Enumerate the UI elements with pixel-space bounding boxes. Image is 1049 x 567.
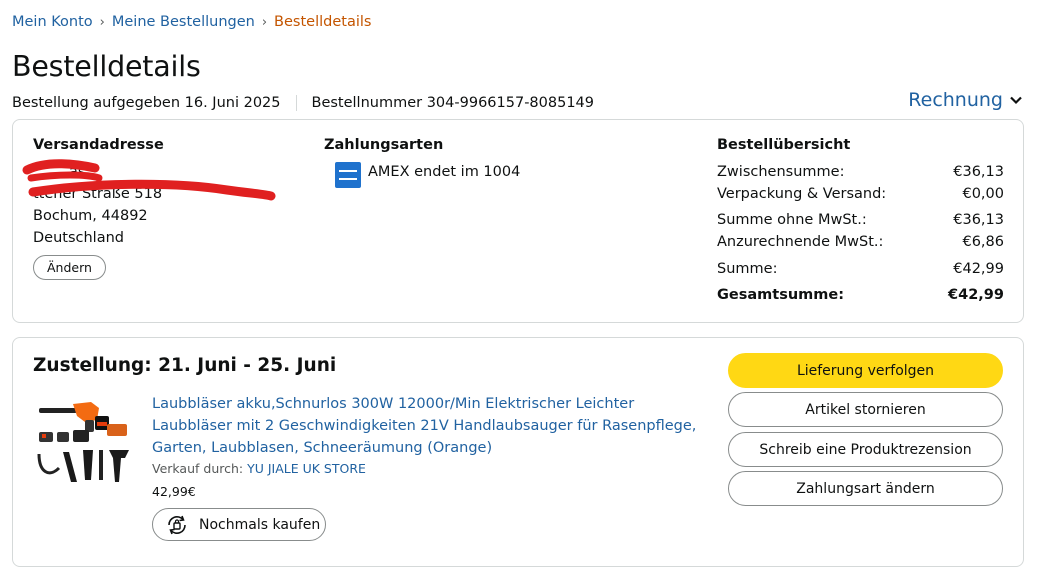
write-review-button[interactable]: Schreib eine Produktrezension: [728, 432, 1003, 467]
cancel-item-button[interactable]: Artikel stornieren: [728, 392, 1003, 427]
breadcrumb-separator: ›: [261, 14, 268, 30]
summary-value: €42,99: [948, 287, 1004, 303]
shipping-address-title: Versandadresse: [33, 137, 164, 153]
address-line-street: ttener Straße 518: [33, 186, 163, 202]
summary-label: Zwischensumme:: [717, 164, 845, 180]
summary-value: €6,86: [962, 234, 1004, 250]
order-date: Bestellung aufgegeben 16. Juni 2025: [12, 95, 281, 111]
invoice-dropdown[interactable]: Rechnung: [908, 89, 1023, 111]
breadcrumb-my-orders-link[interactable]: Meine Bestellungen: [112, 14, 255, 30]
summary-value: €36,13: [953, 212, 1004, 228]
address-line-country: Deutschland: [33, 230, 124, 246]
seller-info: Verkauf durch: YU JIALE UK STORE: [152, 461, 366, 476]
payment-title: Zahlungsarten: [324, 137, 444, 153]
summary-label: Anzurechnende MwSt.:: [717, 234, 884, 250]
delivery-card: Zustellung: 21. Juni - 25. Juni Laubbläs…: [12, 337, 1024, 567]
order-overview-title: Bestellübersicht: [717, 137, 851, 153]
track-delivery-button[interactable]: Lieferung verfolgen: [728, 353, 1003, 388]
meta-divider: [295, 95, 297, 111]
seller-prefix: Verkauf durch:: [152, 461, 248, 476]
breadcrumb: Mein Konto › Meine Bestellungen › Bestel…: [12, 14, 371, 30]
summary-row-sum: Summe: €42,99: [717, 261, 1004, 277]
buy-again-button[interactable]: Nochmals kaufen: [152, 508, 326, 541]
summary-value: €0,00: [962, 186, 1004, 202]
address-line-city: Bochum, 44892: [33, 208, 148, 224]
product-price: 42,99€: [152, 484, 196, 499]
buy-again-label: Nochmals kaufen: [199, 516, 321, 533]
payment-method: AMEX endet im 1004: [368, 164, 521, 180]
breadcrumb-my-account-link[interactable]: Mein Konto: [12, 14, 93, 30]
product-image[interactable]: [33, 398, 133, 488]
summary-label: Summe:: [717, 261, 778, 277]
summary-label: Summe ohne MwSt.:: [717, 212, 867, 228]
chevron-down-icon: [1010, 96, 1022, 105]
summary-value: €36,13: [953, 164, 1004, 180]
summary-label: Verpackung & Versand:: [717, 186, 887, 202]
delivery-title: Zustellung: 21. Juni - 25. Juni: [33, 355, 337, 376]
address-line-name: as: [69, 164, 86, 180]
summary-row-shipping: Verpackung & Versand: €0,00: [717, 186, 1004, 202]
reorder-icon: [168, 515, 186, 534]
breadcrumb-separator: ›: [99, 14, 105, 30]
amex-card-icon: [335, 162, 361, 188]
order-summary-card: Versandadresse as ttener Straße 518 Boch…: [12, 119, 1024, 323]
summary-row-subtotal: Zwischensumme: €36,13: [717, 164, 1004, 180]
summary-row-vat: Anzurechnende MwSt.: €6,86: [717, 234, 1004, 250]
product-title-link[interactable]: Laubbläser akku,Schnurlos 300W 12000r/Mi…: [152, 393, 712, 459]
breadcrumb-current: Bestelldetails: [274, 14, 372, 30]
summary-label: Gesamtsumme:: [717, 287, 844, 303]
summary-row-grand-total: Gesamtsumme: €42,99: [717, 287, 1004, 303]
summary-value: €42,99: [953, 261, 1004, 277]
change-payment-button[interactable]: Zahlungsart ändern: [728, 471, 1003, 506]
order-meta: Bestellung aufgegeben 16. Juni 2025 Best…: [12, 95, 594, 111]
change-address-button[interactable]: Ändern: [33, 255, 106, 280]
seller-link[interactable]: YU JIALE UK STORE: [247, 461, 366, 476]
invoice-label: Rechnung: [908, 89, 1003, 111]
order-number: Bestellnummer 304-9966157-8085149: [311, 95, 595, 111]
page-title: Bestelldetails: [12, 50, 201, 83]
summary-row-net: Summe ohne MwSt.: €36,13: [717, 212, 1004, 228]
